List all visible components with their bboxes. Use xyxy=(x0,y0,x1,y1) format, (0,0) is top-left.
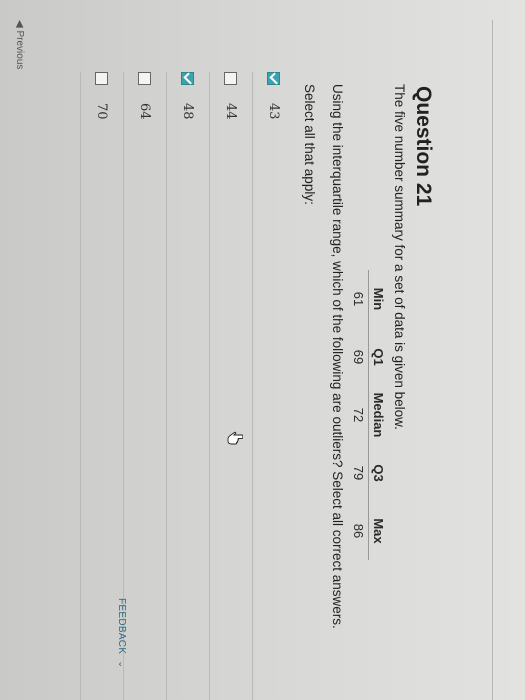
checkbox-70[interactable] xyxy=(95,72,109,85)
summary-header-q3: Q3 xyxy=(368,444,388,502)
option-label: 44 xyxy=(223,103,239,120)
summary-header-median: Median xyxy=(368,386,388,444)
header-divider xyxy=(492,20,493,700)
summary-value-min: 61 xyxy=(351,291,366,307)
question-title: Question 21 xyxy=(412,86,435,207)
checkmark-icon xyxy=(269,72,282,85)
summary-value-max: 86 xyxy=(351,523,366,539)
checkbox-43[interactable] xyxy=(267,72,282,85)
summary-value-row: 61 69 72 79 86 xyxy=(349,270,369,560)
screen: Question 21 The five number summary for … xyxy=(0,0,525,700)
feedback-toggle[interactable]: FEEDBACK ⌄ xyxy=(116,598,127,668)
option-label: 48 xyxy=(180,103,196,120)
answer-option-48[interactable]: 48 xyxy=(166,72,209,700)
feedback-label: FEEDBACK xyxy=(116,598,127,655)
question-instruction: Using the interquartile range, which of … xyxy=(330,84,345,629)
summary-header-row: Min Q1 Median Q3 Max xyxy=(368,270,388,560)
summary-header-max: Max xyxy=(368,502,388,560)
checkbox-64[interactable] xyxy=(138,72,152,85)
checkbox-44[interactable] xyxy=(224,72,238,85)
checkmark-icon xyxy=(183,72,196,85)
summary-header-q1: Q1 xyxy=(368,328,388,386)
question-text: The five number summary for a set of dat… xyxy=(392,84,407,430)
question-card: Question 21 The five number summary for … xyxy=(0,0,525,700)
checkbox-48[interactable] xyxy=(181,72,196,85)
five-number-summary-table: Min Q1 Median Q3 Max 61 69 72 79 86 xyxy=(349,270,388,560)
summary-header-min: Min xyxy=(368,270,388,328)
select-all-prompt: Select all that apply: xyxy=(302,84,317,205)
answer-options: 43 44 48 64 70 xyxy=(80,72,295,700)
option-label: 43 xyxy=(266,103,282,120)
rotated-content: Question 21 The five number summary for … xyxy=(0,0,525,700)
summary-value-q1: 69 xyxy=(351,349,366,365)
option-label: 64 xyxy=(137,103,153,120)
answer-option-64[interactable]: 64 xyxy=(123,72,166,700)
summary-value-median: 72 xyxy=(351,407,366,423)
previous-label: Previous xyxy=(14,30,25,70)
hand-pointer-cursor-icon xyxy=(227,431,243,445)
option-label: 70 xyxy=(94,103,110,120)
answer-option-44[interactable]: 44 xyxy=(209,72,252,700)
summary-value-q3: 79 xyxy=(351,465,366,481)
chevron-down-icon: ⌄ xyxy=(117,660,127,669)
chevron-left-icon: ◀ xyxy=(14,20,25,28)
previous-link[interactable]: ◀ Previous xyxy=(14,20,25,69)
answer-option-43[interactable]: 43 xyxy=(252,72,295,700)
